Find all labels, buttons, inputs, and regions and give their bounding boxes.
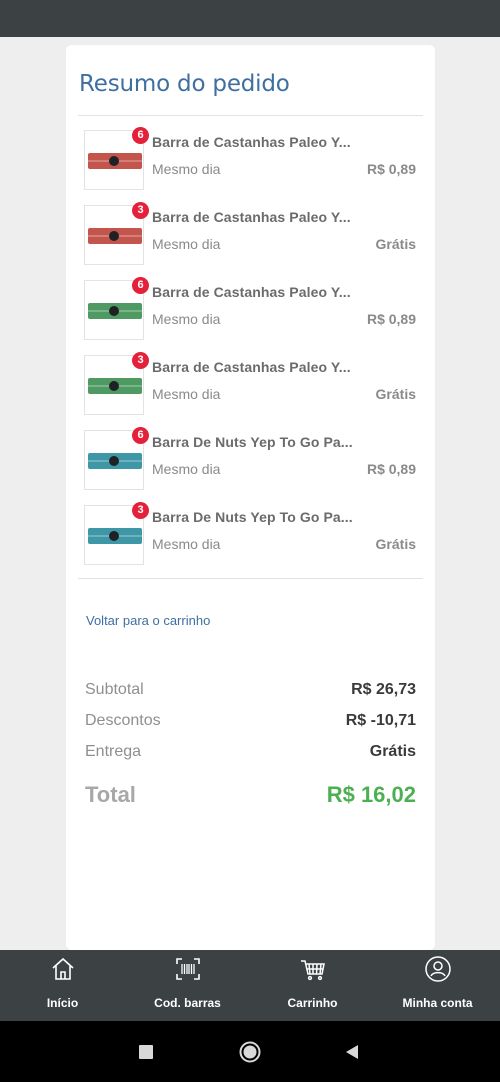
recents-icon[interactable] [139, 1044, 153, 1059]
product-bar [88, 153, 142, 169]
item-name: Barra de Castanhas Paleo Y... [152, 284, 351, 300]
total-row: Total R$ 16,02 [85, 782, 416, 822]
item-delivery: Mesmo dia [152, 461, 221, 477]
item-price: R$ 0,89 [366, 311, 416, 327]
product-bar [88, 378, 142, 394]
list-item[interactable]: 6 Barra de Castanhas Paleo Y... Mesmo di… [66, 127, 435, 205]
item-name: Barra De Nuts Yep To Go Pa... [152, 434, 353, 450]
nav-item-home[interactable]: Início [0, 950, 125, 1021]
total-value: R$ 16,02 [326, 782, 416, 807]
list-item[interactable]: 6 Barra De Nuts Yep To Go Pa... Mesmo di… [66, 427, 435, 505]
barcode-icon [175, 958, 200, 980]
page-title: Resumo do pedido [79, 71, 290, 97]
discounts-label: Descontos [85, 712, 161, 729]
item-delivery: Mesmo dia [152, 236, 221, 252]
item-delivery: Mesmo dia [152, 311, 221, 327]
nav-label: Início [46, 996, 79, 1010]
subtotal-label: Subtotal [85, 681, 144, 698]
status-bar [0, 0, 500, 37]
cart-icon [300, 960, 325, 981]
list-item[interactable]: 3 Barra de Castanhas Paleo Y... Mesmo di… [66, 202, 435, 280]
item-price: Grátis [375, 236, 416, 252]
delivery-value: Grátis [369, 743, 416, 760]
item-name: Barra De Nuts Yep To Go Pa... [152, 509, 353, 525]
product-bar [88, 303, 142, 319]
subtotal-row: Subtotal R$ 26,73 [85, 681, 416, 712]
quantity-badge: 6 [132, 427, 149, 444]
total-label: Total [85, 782, 136, 807]
divider [78, 578, 423, 579]
item-price: Grátis [375, 386, 416, 402]
nav-label: Cod. barras [154, 996, 221, 1010]
nav-item-account[interactable]: Minha conta [375, 950, 500, 1021]
quantity-badge: 3 [132, 502, 149, 519]
account-icon [424, 956, 451, 982]
item-delivery: Mesmo dia [152, 161, 221, 177]
delivery-label: Entrega [85, 743, 142, 760]
item-delivery: Mesmo dia [152, 386, 221, 402]
home-icon [51, 957, 74, 980]
order-items-list: 6 Barra de Castanhas Paleo Y... Mesmo di… [66, 127, 435, 580]
divider [78, 115, 423, 116]
product-bar [88, 528, 142, 544]
back-icon[interactable] [344, 1044, 360, 1060]
quantity-badge: 6 [132, 277, 149, 294]
home-button-icon[interactable] [239, 1041, 261, 1063]
discounts-value: R$ -10,71 [345, 712, 416, 729]
bottom-navigation: Início Cod. barras Carrinho Minha conta [0, 950, 500, 1021]
item-price: Grátis [375, 536, 416, 552]
item-name: Barra de Castanhas Paleo Y... [152, 209, 351, 225]
quantity-badge: 3 [132, 352, 149, 369]
nav-label: Carrinho [287, 996, 338, 1010]
item-name: Barra de Castanhas Paleo Y... [152, 359, 351, 375]
product-bar [88, 453, 142, 469]
item-price: R$ 0,89 [366, 461, 416, 477]
quantity-badge: 3 [132, 202, 149, 219]
list-item[interactable]: 3 Barra De Nuts Yep To Go Pa... Mesmo di… [66, 502, 435, 580]
nav-item-cart[interactable]: Carrinho [250, 950, 375, 1021]
item-price: R$ 0,89 [366, 161, 416, 177]
nav-label: Minha conta [402, 996, 473, 1010]
order-totals: Subtotal R$ 26,73 Descontos R$ -10,71 En… [85, 681, 416, 822]
item-name: Barra de Castanhas Paleo Y... [152, 134, 351, 150]
delivery-row: Entrega Grátis [85, 743, 416, 774]
back-to-cart-link[interactable]: Voltar para o carrinho [86, 613, 210, 628]
quantity-badge: 6 [132, 127, 149, 144]
system-navigation-bar [0, 1021, 500, 1082]
list-item[interactable]: 3 Barra de Castanhas Paleo Y... Mesmo di… [66, 352, 435, 430]
product-bar [88, 228, 142, 244]
order-summary-card: Resumo do pedido 6 Barra de Castanhas Pa… [66, 45, 435, 950]
item-delivery: Mesmo dia [152, 536, 221, 552]
discounts-row: Descontos R$ -10,71 [85, 712, 416, 743]
subtotal-value: R$ 26,73 [351, 681, 416, 698]
nav-item-barcode[interactable]: Cod. barras [125, 950, 250, 1021]
list-item[interactable]: 6 Barra de Castanhas Paleo Y... Mesmo di… [66, 277, 435, 355]
